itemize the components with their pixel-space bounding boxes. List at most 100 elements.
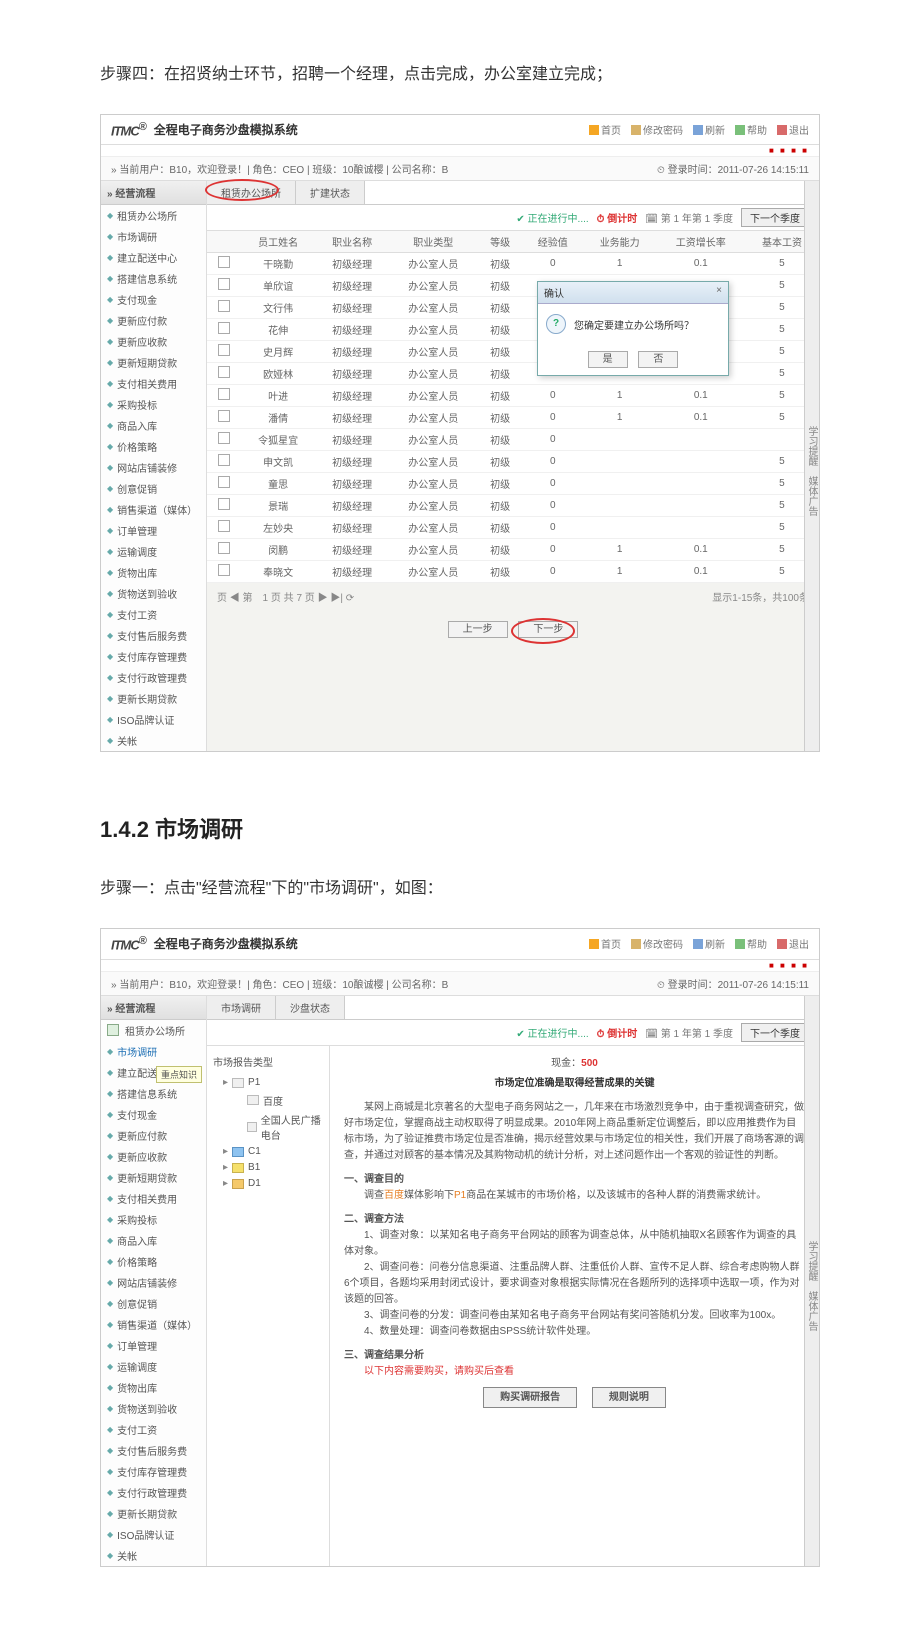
help-link[interactable]: 帮助 bbox=[735, 936, 767, 951]
sidebar-item[interactable]: ◆采购投标 bbox=[101, 394, 206, 415]
next-quarter-button[interactable]: 下一个季度 bbox=[741, 208, 809, 227]
sidebar-item[interactable]: ◆支付库存管理费 bbox=[101, 646, 206, 667]
sidebar-item[interactable]: ◆价格策略 bbox=[101, 1251, 206, 1272]
row-checkbox[interactable] bbox=[218, 344, 230, 356]
table-row[interactable]: 左妙央初级经理办公室人员初级05 bbox=[207, 517, 819, 539]
table-row[interactable]: 潘倩初级经理办公室人员初级010.15 bbox=[207, 407, 819, 429]
row-checkbox[interactable] bbox=[218, 498, 230, 510]
rules-button[interactable]: 规则说明 bbox=[592, 1387, 666, 1408]
home-link[interactable]: 首页 bbox=[589, 936, 621, 951]
row-checkbox[interactable] bbox=[218, 410, 230, 422]
sidebar-item[interactable]: ◆商品入库 bbox=[101, 415, 206, 436]
row-checkbox[interactable] bbox=[218, 542, 230, 554]
sidebar-item[interactable]: ◆订单管理 bbox=[101, 1335, 206, 1356]
row-checkbox[interactable] bbox=[218, 300, 230, 312]
help-link[interactable]: 帮助 bbox=[735, 122, 767, 137]
table-row[interactable]: 奉晓文初级经理办公室人员初级010.15 bbox=[207, 561, 819, 583]
password-link[interactable]: 修改密码 bbox=[631, 122, 683, 137]
buy-report-button[interactable]: 购买调研报告 bbox=[483, 1387, 577, 1408]
refresh-link[interactable]: 刷新 bbox=[693, 122, 725, 137]
sidebar-item[interactable]: ◆更新短期贷款 bbox=[101, 1167, 206, 1188]
sidebar-item[interactable]: ◆支付行政管理费 bbox=[101, 667, 206, 688]
sidebar-item[interactable]: ◆更新应付款 bbox=[101, 310, 206, 331]
sidebar-item[interactable]: ◆支付相关费用 bbox=[101, 1188, 206, 1209]
dialog-no-button[interactable]: 否 bbox=[638, 351, 678, 368]
table-row[interactable]: 童思初级经理办公室人员初级05 bbox=[207, 473, 819, 495]
theme-dots[interactable]: ■ ■ ■ ■ bbox=[101, 145, 819, 156]
theme-dots[interactable]: ■ ■ ■ ■ bbox=[101, 960, 819, 971]
sidebar-item[interactable]: ◆关帐 bbox=[101, 1545, 206, 1566]
tab-sandbox-status[interactable]: 沙盘状态 bbox=[276, 996, 345, 1019]
dialog-close-icon[interactable]: × bbox=[716, 285, 722, 300]
sidebar-item[interactable]: ◆网站店铺装修 bbox=[101, 457, 206, 478]
row-checkbox[interactable] bbox=[218, 432, 230, 444]
sidebar-item[interactable]: 租赁办公场所 bbox=[101, 1020, 206, 1041]
sidebar-item[interactable]: ◆关帐 bbox=[101, 730, 206, 751]
sidebar-item[interactable]: ◆货物出库 bbox=[101, 562, 206, 583]
sidebar-item[interactable]: ◆商品入库 bbox=[101, 1230, 206, 1251]
sidebar-item[interactable]: ◆采购投标 bbox=[101, 1209, 206, 1230]
sidebar-item[interactable]: ◆支付售后服务费 bbox=[101, 1440, 206, 1461]
sidebar-item[interactable]: ◆更新长期贷款 bbox=[101, 1503, 206, 1524]
sidebar-item[interactable]: ◆货物送到验收 bbox=[101, 1398, 206, 1419]
table-row[interactable]: 叶进初级经理办公室人员初级010.15 bbox=[207, 385, 819, 407]
sidebar-item[interactable]: ◆支付行政管理费 bbox=[101, 1482, 206, 1503]
tab-expand-status[interactable]: 扩建状态 bbox=[296, 181, 365, 204]
sidebar-item[interactable]: ◆支付现金 bbox=[101, 289, 206, 310]
row-checkbox[interactable] bbox=[218, 476, 230, 488]
sidebar-item[interactable]: ◆租赁办公场所 bbox=[101, 205, 206, 226]
sidebar-item[interactable]: ◆ISO品牌认证 bbox=[101, 1524, 206, 1545]
sidebar-item[interactable]: ◆支付现金 bbox=[101, 1104, 206, 1125]
sidebar-item[interactable]: ◆网站店铺装修 bbox=[101, 1272, 206, 1293]
tree-item[interactable]: 百度 bbox=[213, 1091, 323, 1110]
sidebar-item[interactable]: ◆订单管理 bbox=[101, 520, 206, 541]
row-checkbox[interactable] bbox=[218, 454, 230, 466]
dialog-yes-button[interactable]: 是 bbox=[588, 351, 628, 368]
row-checkbox[interactable] bbox=[218, 322, 230, 334]
prev-step-button[interactable]: 上一步 bbox=[448, 621, 508, 638]
sidebar-item[interactable]: ◆支付库存管理费 bbox=[101, 1461, 206, 1482]
sidebar-item[interactable]: ◆货物出库 bbox=[101, 1377, 206, 1398]
sidebar-item[interactable]: ◆运输调度 bbox=[101, 1356, 206, 1377]
table-row[interactable]: 干晓勤初级经理办公室人员初级010.15 bbox=[207, 253, 819, 275]
tab-rent-office[interactable]: 租赁办公场所 bbox=[207, 181, 296, 204]
sidebar-item[interactable]: ◆销售渠道（媒体） bbox=[101, 499, 206, 520]
sidebar-item[interactable]: ◆更新应收款 bbox=[101, 1146, 206, 1167]
row-checkbox[interactable] bbox=[218, 366, 230, 378]
tree-item[interactable]: ▸P1 bbox=[213, 1075, 323, 1091]
tree-item[interactable]: ▸D1 bbox=[213, 1176, 323, 1192]
sidebar-item[interactable]: ◆搭建信息系统 bbox=[101, 1083, 206, 1104]
sidebar-item[interactable]: ◆运输调度 bbox=[101, 541, 206, 562]
sidebar-item[interactable]: ◆ISO品牌认证 bbox=[101, 709, 206, 730]
sidebar-item[interactable]: ◆市场调研 bbox=[101, 1041, 206, 1062]
row-checkbox[interactable] bbox=[218, 520, 230, 532]
sidebar-item[interactable]: ◆货物送到验收 bbox=[101, 583, 206, 604]
right-rail[interactable]: 学习提醒 媒体广告 bbox=[804, 996, 819, 1566]
sidebar-item[interactable]: ◆建立配送中心 bbox=[101, 247, 206, 268]
tab-market-research[interactable]: 市场调研 bbox=[207, 996, 276, 1019]
sidebar-item[interactable]: ◆更新长期贷款 bbox=[101, 688, 206, 709]
row-checkbox[interactable] bbox=[218, 564, 230, 576]
sidebar-item[interactable]: ◆市场调研 bbox=[101, 226, 206, 247]
right-rail[interactable]: 学习提醒 媒体广告 bbox=[804, 181, 819, 751]
row-checkbox[interactable] bbox=[218, 278, 230, 290]
home-link[interactable]: 首页 bbox=[589, 122, 621, 137]
exit-link[interactable]: 退出 bbox=[777, 936, 809, 951]
tree-item[interactable]: ▸C1 bbox=[213, 1144, 323, 1160]
row-checkbox[interactable] bbox=[218, 256, 230, 268]
sidebar-item[interactable]: ◆价格策略 bbox=[101, 436, 206, 457]
next-quarter-button[interactable]: 下一个季度 bbox=[741, 1023, 809, 1042]
sidebar-item[interactable]: ◆销售渠道（媒体） bbox=[101, 1314, 206, 1335]
sidebar-item[interactable]: ◆支付相关费用 bbox=[101, 373, 206, 394]
sidebar-item[interactable]: ◆更新应收款 bbox=[101, 331, 206, 352]
sidebar-item[interactable]: ◆更新应付款 bbox=[101, 1125, 206, 1146]
table-row[interactable]: 闵鹏初级经理办公室人员初级010.15 bbox=[207, 539, 819, 561]
refresh-link[interactable]: 刷新 bbox=[693, 936, 725, 951]
table-row[interactable]: 令狐星宜初级经理办公室人员初级0 bbox=[207, 429, 819, 451]
sidebar-item[interactable]: ◆支付工资 bbox=[101, 1419, 206, 1440]
pager[interactable]: 页 ◀ 第 1 页 共 7 页 ▶ ▶| ⟳ 显示1-15条，共100条 bbox=[207, 583, 819, 610]
sidebar-item[interactable]: ◆支付售后服务费 bbox=[101, 625, 206, 646]
table-row[interactable]: 景瑞初级经理办公室人员初级05 bbox=[207, 495, 819, 517]
next-step-button[interactable]: 下一步 bbox=[518, 621, 578, 638]
exit-link[interactable]: 退出 bbox=[777, 122, 809, 137]
